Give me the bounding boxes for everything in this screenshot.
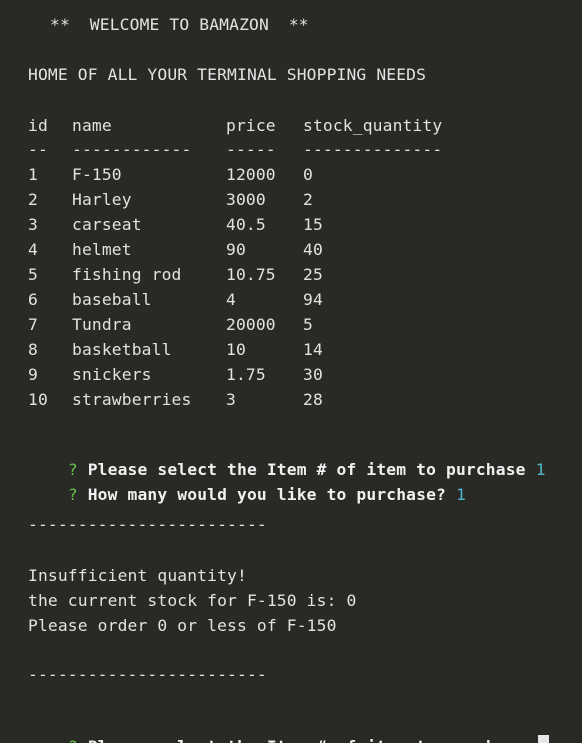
cell-name: strawberries — [72, 390, 192, 409]
cell-stock-quantity: 40 — [303, 240, 323, 259]
cell-price: 10 — [226, 340, 246, 359]
cell-stock-quantity: 28 — [303, 390, 323, 409]
header-id: id — [28, 116, 48, 135]
cell-stock-quantity: 25 — [303, 265, 323, 284]
cell-stock-quantity: 14 — [303, 340, 323, 359]
cell-price: 1.75 — [226, 365, 266, 384]
table-row: 2 Harley 3000 2 — [0, 190, 313, 210]
cell-id: 3 — [28, 215, 38, 234]
cell-name: basketball — [72, 340, 172, 359]
cell-id: 2 — [28, 190, 38, 209]
cell-stock-quantity: 0 — [303, 165, 313, 184]
cell-price: 4 — [226, 290, 236, 309]
cell-stock-quantity: 2 — [303, 190, 313, 209]
terminal-cursor[interactable] — [537, 735, 549, 743]
separator-price: ----- — [226, 140, 276, 159]
order-limit-message: Please order 0 or less of F-150 — [28, 616, 337, 635]
terminal-window[interactable]: ** WELCOME TO BAMAZON ** HOME OF ALL YOU… — [0, 0, 582, 743]
table-row: 3 carseat 40.5 15 — [0, 215, 323, 235]
welcome-banner: ** WELCOME TO BAMAZON ** — [50, 15, 309, 34]
prompt-how-many-text: How many would you like to purchase? — [87, 485, 446, 504]
cell-name: baseball — [72, 290, 152, 309]
cell-price: 12000 — [226, 165, 276, 184]
cell-name: carseat — [72, 215, 142, 234]
cell-id: 8 — [28, 340, 38, 359]
cell-name: Tundra — [72, 315, 132, 334]
separator-id: -- — [28, 140, 48, 159]
divider-bottom: ------------------------ — [28, 665, 267, 684]
insufficient-message: Insufficient quantity! — [28, 566, 247, 585]
cell-price: 3 — [226, 390, 236, 409]
cell-price: 10.75 — [226, 265, 276, 284]
table-row: 6 baseball 4 94 — [0, 290, 323, 310]
cell-price: 20000 — [226, 315, 276, 334]
cell-id: 5 — [28, 265, 38, 284]
table-row: 9 snickers 1.75 30 — [0, 365, 323, 385]
cell-stock-quantity: 30 — [303, 365, 323, 384]
table-row: 4 helmet 90 40 — [0, 240, 323, 260]
cell-name: helmet — [72, 240, 132, 259]
header-name: name — [72, 116, 112, 135]
prompt-select-item-text: Please select the Item # of item to purc… — [88, 737, 526, 743]
prompt-question-mark: ? — [68, 737, 78, 743]
prompt-select-item-active[interactable]: ? Please select the Item # of item to pu… — [28, 715, 549, 743]
divider-top: ------------------------ — [28, 515, 267, 534]
cell-id: 6 — [28, 290, 38, 309]
cell-id: 9 — [28, 365, 38, 384]
table-row: 10 strawberries 3 28 — [0, 390, 323, 410]
cell-stock-quantity: 94 — [303, 290, 323, 309]
table-row: 1 F-150 12000 0 — [0, 165, 313, 185]
cell-name: Harley — [72, 190, 132, 209]
separator-stock-quantity: -------------- — [303, 140, 443, 159]
cell-id: 7 — [28, 315, 38, 334]
cell-name: snickers — [72, 365, 152, 384]
table-row: 8 basketball 10 14 — [0, 340, 323, 360]
current-stock-message: the current stock for F-150 is: 0 — [28, 591, 357, 610]
table-row: 7 Tundra 20000 5 — [0, 315, 313, 335]
cell-id: 4 — [28, 240, 38, 259]
table-separator-row: -- ------------ ----- -------------- — [0, 140, 442, 160]
cell-stock-quantity: 15 — [303, 215, 323, 234]
cell-stock-quantity: 5 — [303, 315, 313, 334]
cell-id: 10 — [28, 390, 48, 409]
prompt-how-many-answer: 1 — [455, 485, 466, 504]
separator-name: ------------ — [72, 140, 192, 159]
header-stock-quantity: stock_quantity — [303, 116, 443, 135]
cell-id: 1 — [28, 165, 38, 184]
prompt-question-mark: ? — [67, 485, 78, 504]
cell-price: 90 — [226, 240, 246, 259]
tagline: HOME OF ALL YOUR TERMINAL SHOPPING NEEDS — [28, 65, 427, 84]
cell-name: F-150 — [72, 165, 122, 184]
cell-price: 3000 — [226, 190, 266, 209]
cell-name: fishing rod — [72, 265, 182, 284]
table-row: 5 fishing rod 10.75 25 — [0, 265, 323, 285]
table-header-row: id name price stock_quantity — [0, 116, 442, 136]
prompt-select-item-answer: 1 — [535, 460, 546, 479]
header-price: price — [226, 116, 276, 135]
cell-price: 40.5 — [226, 215, 266, 234]
